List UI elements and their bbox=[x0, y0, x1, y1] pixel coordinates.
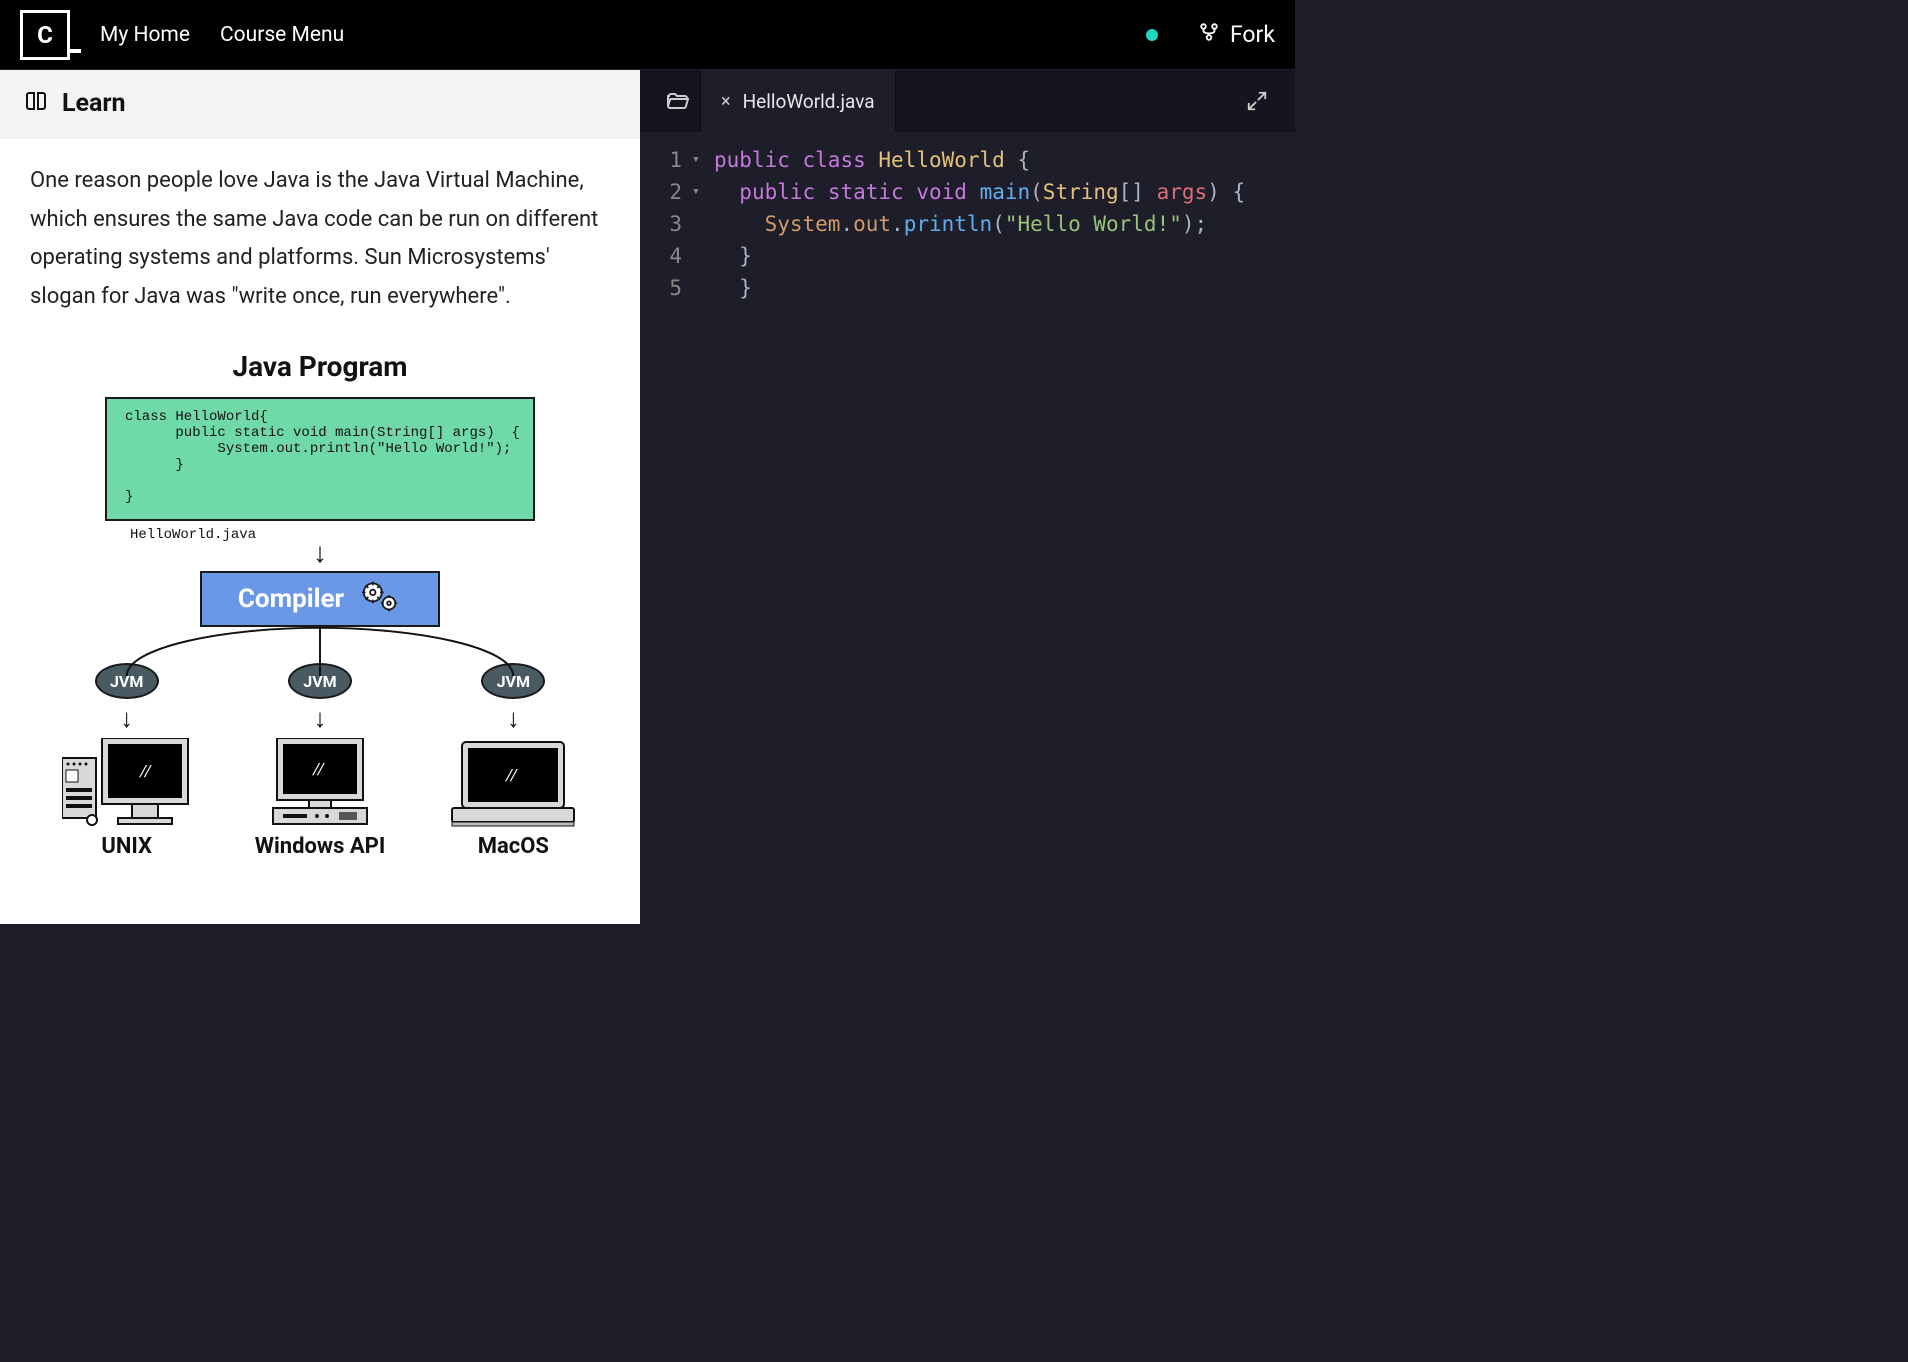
jvm-col-unix: JVM ↓ // UNIX bbox=[37, 663, 217, 859]
code-line[interactable]: } bbox=[714, 272, 1295, 304]
expand-icon bbox=[1246, 90, 1268, 112]
jvm-pill: JVM bbox=[481, 663, 545, 699]
computer-macos-icon: // bbox=[448, 738, 578, 828]
code-line[interactable]: } bbox=[714, 240, 1295, 272]
arrow-down-icon: ↓ bbox=[120, 703, 133, 734]
fold-toggle[interactable]: ▾ bbox=[692, 176, 714, 208]
brand-logo[interactable]: C bbox=[20, 10, 70, 60]
arrow-down-icon: ↓ bbox=[313, 703, 326, 734]
diagram-code-box: class HelloWorld{ public static void mai… bbox=[105, 397, 535, 521]
fork-label: Fork bbox=[1230, 21, 1275, 48]
expand-editor-button[interactable] bbox=[1235, 70, 1279, 132]
line-number: 1 bbox=[640, 144, 682, 176]
fold-toggle bbox=[692, 208, 714, 240]
gears-icon bbox=[358, 578, 402, 621]
line-number: 5 bbox=[640, 272, 682, 304]
line-number: 3 bbox=[640, 208, 682, 240]
lesson-pane: Learn One reason people love Java is the… bbox=[0, 70, 640, 924]
compiler-box: Compiler bbox=[200, 571, 440, 627]
file-tree-button[interactable] bbox=[656, 70, 700, 132]
fork-icon bbox=[1198, 21, 1220, 49]
fold-toggle[interactable]: ▾ bbox=[692, 144, 714, 176]
computer-windows-icon: // bbox=[255, 738, 385, 828]
logo-letter: C bbox=[37, 21, 53, 49]
jvm-pill: JVM bbox=[95, 663, 159, 699]
os-label-windows: Windows API bbox=[255, 834, 386, 859]
jvm-diagram: Java Program class HelloWorld{ public st… bbox=[0, 340, 640, 859]
close-icon[interactable]: × bbox=[721, 91, 731, 112]
arrow-down-icon: ↓ bbox=[30, 539, 610, 567]
fold-toggle bbox=[692, 272, 714, 304]
learn-title: Learn bbox=[62, 89, 126, 118]
jvm-row: JVM ↓ // UNIX bbox=[30, 663, 610, 859]
code-line[interactable]: System.out.println("Hello World!"); bbox=[714, 208, 1295, 240]
nav-my-home[interactable]: My Home bbox=[100, 23, 190, 47]
code-content[interactable]: public class HelloWorld { public static … bbox=[714, 144, 1295, 924]
arrow-down-icon: ↓ bbox=[507, 703, 520, 734]
code-line[interactable]: public static void main(String[] args) { bbox=[714, 176, 1295, 208]
jvm-col-macos: JVM ↓ // MacOS bbox=[423, 663, 603, 859]
lesson-paragraph: One reason people love Java is the Java … bbox=[0, 138, 640, 340]
fold-toggle bbox=[692, 240, 714, 272]
fold-column: ▾▾ bbox=[692, 144, 714, 924]
code-line[interactable]: public class HelloWorld { bbox=[714, 144, 1295, 176]
top-header: C My Home Course Menu Fork bbox=[0, 0, 1295, 70]
os-label-unix: UNIX bbox=[101, 834, 152, 859]
logo-underscore bbox=[69, 49, 81, 53]
line-number-gutter: 12345 bbox=[640, 144, 692, 924]
compiler-label: Compiler bbox=[238, 584, 344, 614]
nav-course-menu[interactable]: Course Menu bbox=[220, 23, 344, 47]
editor-tabs: × HelloWorld.java bbox=[640, 70, 1295, 132]
tab-filename: HelloWorld.java bbox=[743, 90, 875, 113]
jvm-col-windows: JVM ↓ // Windows API bbox=[230, 663, 410, 859]
learn-bar: Learn bbox=[0, 70, 640, 138]
computer-unix-icon: // bbox=[62, 738, 192, 828]
book-icon bbox=[24, 90, 48, 118]
svg-text://: // bbox=[139, 761, 153, 780]
line-number: 4 bbox=[640, 240, 682, 272]
svg-text://: // bbox=[505, 765, 519, 784]
folder-open-icon bbox=[666, 89, 690, 113]
svg-text://: // bbox=[312, 759, 326, 778]
os-label-macos: MacOS bbox=[478, 834, 549, 859]
jvm-pill: JVM bbox=[288, 663, 352, 699]
editor-tab-active[interactable]: × HelloWorld.java bbox=[700, 70, 896, 132]
editor-pane: × HelloWorld.java 12345 ▾▾ public class … bbox=[640, 70, 1295, 924]
diagram-title: Java Program bbox=[30, 350, 610, 383]
line-number: 2 bbox=[640, 176, 682, 208]
fork-button[interactable]: Fork bbox=[1198, 21, 1275, 49]
code-editor[interactable]: 12345 ▾▾ public class HelloWorld { publi… bbox=[640, 132, 1295, 924]
connection-status-dot bbox=[1146, 29, 1158, 41]
